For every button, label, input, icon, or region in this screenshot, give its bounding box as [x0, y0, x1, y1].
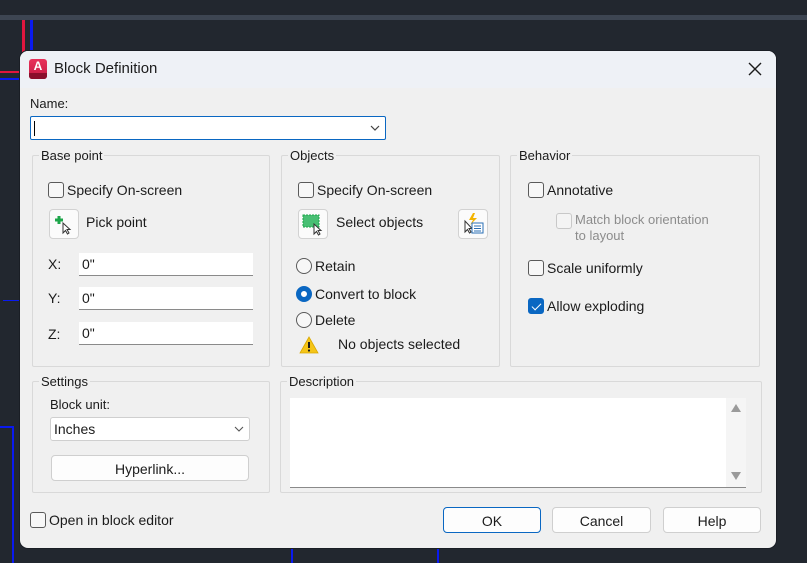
x-label: X:	[48, 256, 62, 272]
behavior-group: Behavior	[510, 148, 760, 367]
allow-exploding-checkbox[interactable]	[528, 298, 544, 314]
chevron-down-icon	[234, 426, 244, 432]
z-input[interactable]	[79, 322, 253, 345]
autocad-lt-icon: A	[29, 59, 47, 79]
select-objects-icon	[302, 214, 323, 236]
base-point-legend: Base point	[41, 148, 103, 163]
select-objects-label: Select objects	[336, 214, 424, 230]
objects-specify-on-screen-checkbox[interactable]	[298, 182, 314, 198]
x-input[interactable]	[79, 253, 253, 276]
objects-legend: Objects	[290, 148, 335, 163]
quick-select-button[interactable]	[458, 209, 488, 239]
match-orientation-label-line1: Match block orientation	[575, 212, 709, 227]
name-combobox[interactable]	[30, 116, 386, 140]
dialog-title: Block Definition	[54, 60, 158, 77]
description-legend: Description	[289, 374, 355, 389]
warning-icon	[299, 336, 319, 354]
title-bar[interactable]: A Block Definition	[20, 51, 776, 88]
z-label: Z:	[48, 326, 61, 342]
select-objects-button[interactable]	[298, 209, 328, 239]
quick-select-icon	[464, 213, 484, 234]
cad-line-blue-v2	[291, 548, 293, 563]
block-definition-dialog: A Block Definition Name: Base point Spec…	[20, 51, 776, 548]
scale-uniformly-checkbox[interactable]	[528, 260, 544, 276]
help-button[interactable]: Help	[663, 507, 761, 533]
block-unit-label: Block unit:	[50, 397, 110, 412]
close-icon	[748, 62, 762, 76]
hyperlink-button[interactable]: Hyperlink...	[51, 455, 249, 481]
behavior-legend: Behavior	[519, 148, 571, 163]
retain-label: Retain	[315, 258, 356, 274]
delete-label: Delete	[315, 312, 356, 328]
match-orientation-label-line2: to layout	[575, 228, 625, 243]
base-point-specify-on-screen-label: Specify On-screen	[67, 182, 183, 198]
pick-point-icon	[55, 216, 72, 235]
objects-group: Objects	[281, 148, 500, 367]
y-input[interactable]	[79, 287, 253, 310]
cad-line-red-h	[0, 71, 22, 73]
no-objects-status: No objects selected	[338, 336, 461, 352]
annotative-checkbox[interactable]	[528, 182, 544, 198]
scale-uniformly-label: Scale uniformly	[547, 260, 643, 276]
settings-legend: Settings	[41, 374, 88, 389]
block-unit-dropdown[interactable]: Inches	[50, 417, 250, 441]
close-button[interactable]	[746, 60, 764, 78]
objects-specify-on-screen-label: Specify On-screen	[317, 182, 433, 198]
chevron-down-icon[interactable]	[369, 122, 381, 134]
description-group: Description	[280, 374, 762, 493]
allow-exploding-label: Allow exploding	[547, 298, 645, 314]
match-orientation-checkbox[interactable]	[556, 213, 572, 229]
delete-radio[interactable]	[296, 312, 312, 328]
annotative-label: Annotative	[547, 182, 614, 198]
cad-line-blue-h	[0, 78, 22, 80]
cad-line-blue-h2	[3, 300, 20, 301]
ok-button[interactable]: OK	[443, 507, 541, 533]
text-caret	[34, 121, 35, 136]
base-point-specify-on-screen-checkbox[interactable]	[48, 182, 64, 198]
y-label: Y:	[48, 290, 61, 306]
block-unit-value: Inches	[54, 421, 96, 437]
convert-to-block-label: Convert to block	[315, 286, 417, 302]
open-in-block-editor-checkbox[interactable]	[30, 512, 46, 528]
cad-rect-blue	[0, 426, 14, 563]
name-label: Name:	[30, 96, 69, 111]
pick-point-label: Pick point	[86, 214, 147, 230]
cad-toolbar-strip	[0, 15, 807, 20]
pick-point-button[interactable]	[49, 209, 79, 239]
retain-radio[interactable]	[296, 258, 312, 274]
cad-line-blue-v3	[437, 548, 439, 563]
cancel-button[interactable]: Cancel	[552, 507, 651, 533]
open-in-block-editor-label: Open in block editor	[49, 512, 174, 528]
convert-to-block-radio[interactable]	[296, 286, 312, 302]
